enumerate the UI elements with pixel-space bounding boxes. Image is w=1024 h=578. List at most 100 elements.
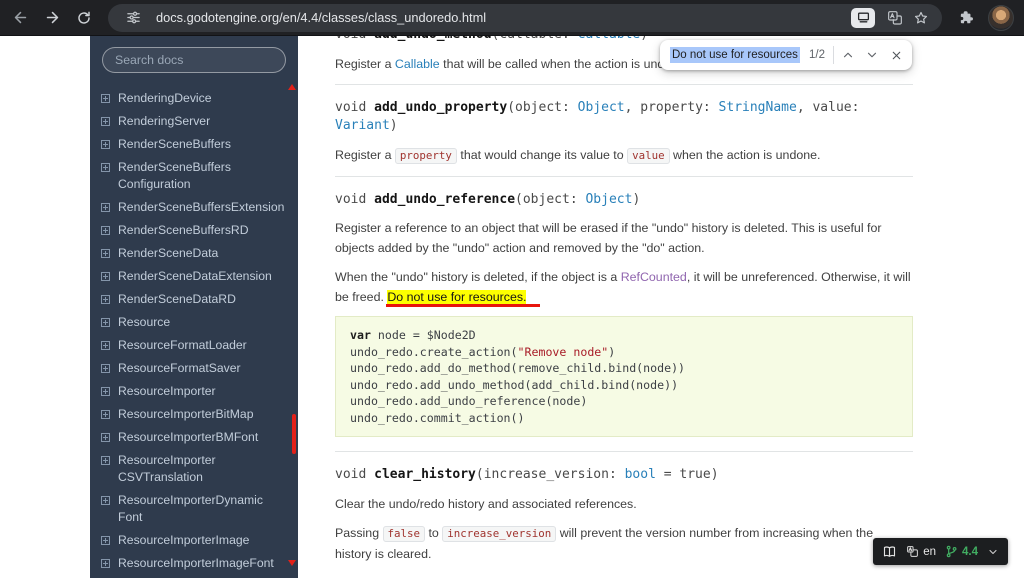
sidebar-item[interactable]: RenderSceneBuffersExtension	[100, 196, 290, 219]
rtd-version-selector[interactable]: 4.4	[945, 545, 978, 558]
back-arrow-icon	[12, 9, 29, 26]
expand-icon[interactable]	[101, 456, 110, 465]
forward-arrow-icon	[44, 9, 61, 26]
sidebar-item[interactable]: ResourceImporterDynamic Font	[100, 489, 290, 529]
sidebar-item[interactable]: Resource	[100, 311, 290, 334]
expand-icon[interactable]	[101, 226, 110, 235]
language-icon	[906, 545, 919, 558]
omnibox[interactable]: docs.godotengine.org/en/4.4/classes/clas…	[108, 4, 942, 32]
profile-avatar[interactable]	[988, 5, 1014, 31]
expand-icon[interactable]	[101, 295, 110, 304]
method-name: add_undo_reference	[374, 192, 515, 207]
sidebar-item-label: ResourceImporter CSVTranslation	[118, 452, 216, 486]
paragraph: Register a reference to an object that w…	[335, 218, 913, 258]
extensions-button[interactable]	[952, 4, 980, 32]
expand-icon[interactable]	[101, 163, 110, 172]
sidebar-item[interactable]: ResourceImporter	[100, 380, 290, 403]
reading-mode-button[interactable]	[851, 8, 875, 28]
code-line: var node = $Node2D	[350, 327, 898, 344]
scroll-up-arrow[interactable]	[288, 84, 296, 90]
sidebar-item[interactable]: ResourceFormatLoader	[100, 334, 290, 357]
sidebar-item[interactable]: ResourceImporterBMFont	[100, 426, 290, 449]
expand-icon[interactable]	[101, 203, 110, 212]
sidebar-item-label: RenderSceneBuffersExtension	[118, 199, 284, 216]
chevron-down-icon[interactable]	[987, 546, 999, 558]
scrollbar-thumb[interactable]	[292, 414, 296, 454]
sidebar-item[interactable]: ResourceImporterImage	[100, 529, 290, 552]
site-controls-button[interactable]	[120, 6, 146, 30]
rtd-flyout[interactable]: en 4.4	[873, 538, 1008, 565]
sidebar-item-label: RenderSceneBuffersRD	[118, 222, 249, 239]
find-close-button[interactable]	[884, 43, 908, 67]
url-text[interactable]: docs.godotengine.org/en/4.4/classes/clas…	[156, 10, 851, 25]
expand-icon[interactable]	[101, 117, 110, 126]
close-icon	[890, 49, 903, 62]
sidebar-item-label: RenderSceneBuffers	[118, 136, 231, 153]
type-link-stringname[interactable]: StringName	[719, 100, 797, 115]
expand-icon[interactable]	[101, 318, 110, 327]
rtd-language-selector[interactable]: en	[906, 545, 936, 558]
book-icon	[882, 544, 897, 559]
expand-icon[interactable]	[101, 433, 110, 442]
section-divider	[335, 176, 913, 177]
find-previous-button[interactable]	[836, 43, 860, 67]
text-run: Register a	[335, 148, 395, 162]
text-run: that would change its value to	[457, 148, 627, 162]
expand-icon[interactable]	[101, 387, 110, 396]
find-next-button[interactable]	[860, 43, 884, 67]
bookmark-button[interactable]	[908, 6, 934, 30]
expand-icon[interactable]	[101, 559, 110, 568]
find-query-input[interactable]: Do not use for resources	[670, 47, 800, 63]
text-run: Passing	[335, 526, 383, 540]
expand-icon[interactable]	[101, 536, 110, 545]
text-run: )	[632, 192, 640, 207]
sidebar-item-label: Resource	[118, 314, 170, 331]
text-run: = true)	[656, 467, 719, 482]
type-link-object[interactable]: Object	[578, 100, 625, 115]
sidebar-item[interactable]: RenderSceneDataExtension	[100, 265, 290, 288]
expand-icon[interactable]	[101, 140, 110, 149]
scroll-down-arrow[interactable]	[288, 560, 296, 566]
type-link-callable[interactable]: Callable	[395, 57, 440, 71]
expand-icon[interactable]	[101, 94, 110, 103]
translate-button[interactable]	[882, 6, 908, 30]
sidebar-item-label: RenderSceneBuffers Configuration	[118, 159, 231, 193]
forward-button[interactable]	[38, 4, 66, 32]
type-link-variant[interactable]: Variant	[335, 118, 390, 133]
search-box	[90, 36, 298, 81]
text-run: that will be called when the action is u…	[440, 57, 689, 71]
expand-icon[interactable]	[101, 341, 110, 350]
method-signature-add-undo-reference: void add_undo_reference(object: Object)	[335, 191, 913, 210]
code-line: undo_redo.add_undo_reference(node)	[350, 393, 898, 410]
reload-button[interactable]	[70, 4, 98, 32]
sidebar-item[interactable]: RenderSceneBuffers	[100, 133, 290, 156]
method-signature-add-undo-property: void add_undo_property(object: Object, p…	[335, 99, 913, 136]
type-link-bool[interactable]: bool	[625, 467, 656, 482]
sidebar-item[interactable]: RenderSceneBuffersRD	[100, 219, 290, 242]
text-run: when the action is undone.	[670, 148, 821, 162]
divider	[833, 46, 834, 64]
sidebar-item[interactable]: ResourceImporterBitMap	[100, 403, 290, 426]
search-input[interactable]	[102, 47, 286, 73]
sidebar-item[interactable]: RenderSceneData	[100, 242, 290, 265]
expand-icon[interactable]	[101, 272, 110, 281]
sidebar-item[interactable]: RenderingDevice	[100, 87, 290, 110]
sidebar-item-label: ResourceImporter	[118, 383, 216, 400]
sidebar-item[interactable]: ResourceImporterImageFont	[100, 552, 290, 575]
type-link-object[interactable]: Object	[585, 192, 632, 207]
back-button[interactable]	[6, 4, 34, 32]
sidebar-class-list: RenderingDeviceRenderingServer RenderScen…	[90, 87, 298, 575]
expand-icon[interactable]	[101, 496, 110, 505]
expand-icon[interactable]	[101, 364, 110, 373]
expand-icon[interactable]	[101, 249, 110, 258]
sidebar-item[interactable]: ResourceImporter CSVTranslation	[100, 449, 290, 489]
sidebar-item[interactable]: RenderSceneDataRD	[100, 288, 290, 311]
sidebar-item[interactable]: RenderSceneBuffers Configuration	[100, 156, 290, 196]
sidebar-item[interactable]: RenderingServer	[100, 110, 290, 133]
sidebar-item[interactable]: ResourceFormatSaver	[100, 357, 290, 380]
browser-toolbar: docs.godotengine.org/en/4.4/classes/clas…	[0, 0, 1024, 36]
section-divider	[335, 451, 913, 452]
expand-icon[interactable]	[101, 410, 110, 419]
type-link-refcounted[interactable]: RefCounted	[621, 270, 687, 284]
text-run: , property:	[625, 100, 719, 115]
